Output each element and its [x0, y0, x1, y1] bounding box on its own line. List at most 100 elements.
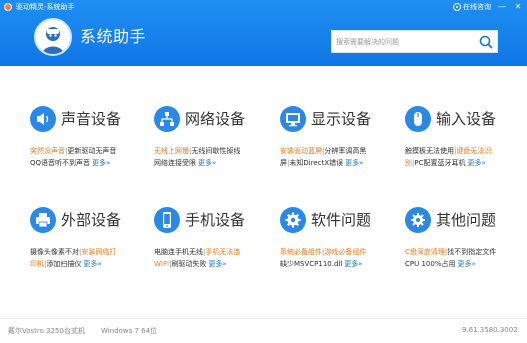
link-line: 别|PC配置蓝牙耳机 更多»	[405, 157, 527, 169]
category-header[interactable]: 外部设备	[30, 206, 121, 234]
assistant-mascot-icon	[42, 27, 64, 54]
link-line: 突然没声音|更新驱动无声音	[30, 145, 152, 157]
app-logo-icon	[4, 3, 12, 11]
category-links: C盘深度清理|找不到指定文件 CPU 100%占用 更多»	[405, 246, 527, 270]
more-link[interactable]: 更多»	[345, 159, 363, 167]
problem-link[interactable]: 刷驱动失败	[171, 260, 206, 268]
problem-link[interactable]: PC配置蓝牙耳机	[414, 159, 465, 167]
minimize-button[interactable]: —	[497, 1, 507, 12]
problem-link[interactable]: QQ语音听不到声音	[30, 159, 90, 167]
more-link[interactable]: 更多»	[198, 159, 216, 167]
problem-link[interactable]: 摄像头像素不对	[30, 248, 79, 256]
gear-icon	[280, 207, 306, 233]
assistant-avatar	[34, 18, 72, 56]
problem-link[interactable]: 系统必备组件	[280, 248, 322, 256]
link-line: 缺少MSVCP110.dll 更多»	[280, 258, 402, 270]
search-icon	[479, 35, 493, 49]
search-box	[331, 30, 498, 53]
problem-link[interactable]: 手机无法连	[205, 248, 240, 256]
link-line: 触摸板无法使用|键盘无法识	[405, 145, 527, 157]
problem-link[interactable]: 触摸板无法使用	[405, 147, 454, 155]
category-card: 其他问题 C盘深度清理|找不到指定文件 CPU 100%占用 更多»	[405, 206, 525, 286]
link-line: C盘深度清理|找不到指定文件	[405, 246, 527, 258]
problem-link[interactable]: 键盘无法识	[456, 147, 491, 155]
problem-link[interactable]: CPU 100%占用	[405, 260, 455, 268]
category-header[interactable]: 手机设备	[154, 206, 245, 234]
category-header[interactable]: 其他问题	[405, 206, 496, 234]
problem-link[interactable]: 安装驱动蓝屏	[280, 147, 322, 155]
problem-link[interactable]: 安装网络打	[81, 248, 116, 256]
category-title: 软件问题	[311, 211, 372, 229]
category-links: 摄像头像素不对|安装网络打 印机|添加扫描仪 更多»	[30, 246, 152, 270]
link-line: 网络连接受限 更多»	[154, 157, 276, 169]
category-links: 安装驱动蓝屏|分辨率调高黑 屏|未知DirectX错误 更多»	[280, 145, 402, 169]
category-header[interactable]: 输入设备	[405, 105, 496, 133]
link-line: QQ语音听不到声音 更多»	[30, 157, 152, 169]
link-line: CPU 100%占用 更多»	[405, 258, 527, 270]
settings-icon	[405, 207, 431, 233]
header-bar: 驱动精灵-系统助手 在线咨询 — ✕ 系统助手	[0, 0, 527, 66]
online-help-link[interactable]: 在线咨询	[453, 2, 491, 12]
problem-link[interactable]: 电脑连手机无线	[154, 248, 203, 256]
problem-link[interactable]: 无线间歇性掉线	[191, 147, 240, 155]
link-line: 安装驱动蓝屏|分辨率调高黑	[280, 145, 402, 157]
problem-link[interactable]: 未知DirectX错误	[289, 159, 343, 167]
more-link[interactable]: 更多»	[208, 260, 226, 268]
problem-link[interactable]: 屏	[280, 159, 287, 167]
problem-link[interactable]: 印机	[30, 260, 44, 268]
app-name: 系统助手	[80, 27, 147, 46]
problem-link[interactable]: 添加扫描仪	[46, 260, 81, 268]
problem-link[interactable]: 缺少MSVCP110.dll	[280, 260, 342, 268]
os-version: Windows 7 64位	[101, 327, 158, 335]
problem-link[interactable]: 分辨率调高黑	[324, 147, 366, 155]
monitor-icon	[280, 106, 306, 132]
link-line: 电脑连手机无线|手机无法连	[154, 246, 276, 258]
printer-icon	[30, 207, 56, 233]
category-title: 网络设备	[185, 110, 246, 128]
more-link[interactable]: 更多»	[92, 159, 110, 167]
link-line: 印机|添加扫描仪 更多»	[30, 258, 152, 270]
category-header[interactable]: 声音设备	[30, 105, 121, 133]
link-line: 系统必备组件|游戏必备组件	[280, 246, 402, 258]
category-card: 显示设备 安装驱动蓝屏|分辨率调高黑 屏|未知DirectX错误 更多»	[280, 105, 400, 185]
window-title: 驱动精灵-系统助手	[16, 3, 75, 11]
more-link[interactable]: 更多»	[344, 260, 362, 268]
category-links: 电脑连手机无线|手机无法连 WIFI|刷驱动失败 更多»	[154, 246, 276, 270]
search-button[interactable]	[478, 34, 494, 50]
category-card: 手机设备电脑连手机无线|手机无法连 WIFI|刷驱动失败 更多»	[154, 206, 274, 286]
link-line: 无线上网慢|无线间歇性掉线	[154, 145, 276, 157]
problem-link[interactable]: 别	[405, 159, 412, 167]
category-links: 突然没声音|更新驱动无声音 QQ语音听不到声音 更多»	[30, 145, 152, 169]
help-icon	[453, 3, 461, 11]
category-title: 手机设备	[185, 211, 246, 229]
problem-link[interactable]: 网络连接受限	[154, 159, 196, 167]
category-title: 其他问题	[436, 211, 497, 229]
category-card: 声音设备 突然没声音|更新驱动无声音 QQ语音听不到声音 更多»	[30, 105, 150, 185]
category-card: 网络设备 无线上网慢|无线间歇性掉线 网络连接受限 更多»	[154, 105, 274, 185]
problem-link[interactable]: 更新驱动无声音	[67, 147, 116, 155]
category-header[interactable]: 软件问题	[280, 206, 371, 234]
category-header[interactable]: 显示设备	[280, 105, 371, 133]
problem-link[interactable]: 游戏必备组件	[324, 248, 366, 256]
problem-link[interactable]: 突然没声音	[30, 147, 65, 155]
problem-link[interactable]: 无线上网慢	[154, 147, 189, 155]
mouse-icon	[405, 106, 431, 132]
more-link[interactable]: 更多»	[467, 159, 485, 167]
phone-icon	[154, 207, 180, 233]
category-header[interactable]: 网络设备	[154, 105, 245, 133]
category-card: 软件问题 系统必备组件|游戏必备组件 缺少MSVCP110.dll 更多»	[280, 206, 400, 286]
category-title: 输入设备	[436, 110, 497, 128]
problem-link[interactable]: 找不到指定文件	[447, 248, 496, 256]
link-line: WIFI|刷驱动失败 更多»	[154, 258, 276, 270]
online-help-label: 在线咨询	[463, 3, 491, 11]
category-card: 外部设备 摄像头像素不对|安装网络打 印机|添加扫描仪 更多»	[30, 206, 150, 286]
problem-link[interactable]: WIFI	[154, 260, 169, 268]
search-input[interactable]	[336, 31, 476, 52]
close-button[interactable]: ✕	[513, 1, 523, 12]
category-links: 系统必备组件|游戏必备组件 缺少MSVCP110.dll 更多»	[280, 246, 402, 270]
category-title: 声音设备	[61, 110, 122, 128]
problem-link[interactable]: C盘深度清理	[405, 248, 445, 256]
category-title: 显示设备	[311, 110, 372, 128]
more-link[interactable]: 更多»	[83, 260, 101, 268]
more-link[interactable]: 更多»	[457, 260, 475, 268]
